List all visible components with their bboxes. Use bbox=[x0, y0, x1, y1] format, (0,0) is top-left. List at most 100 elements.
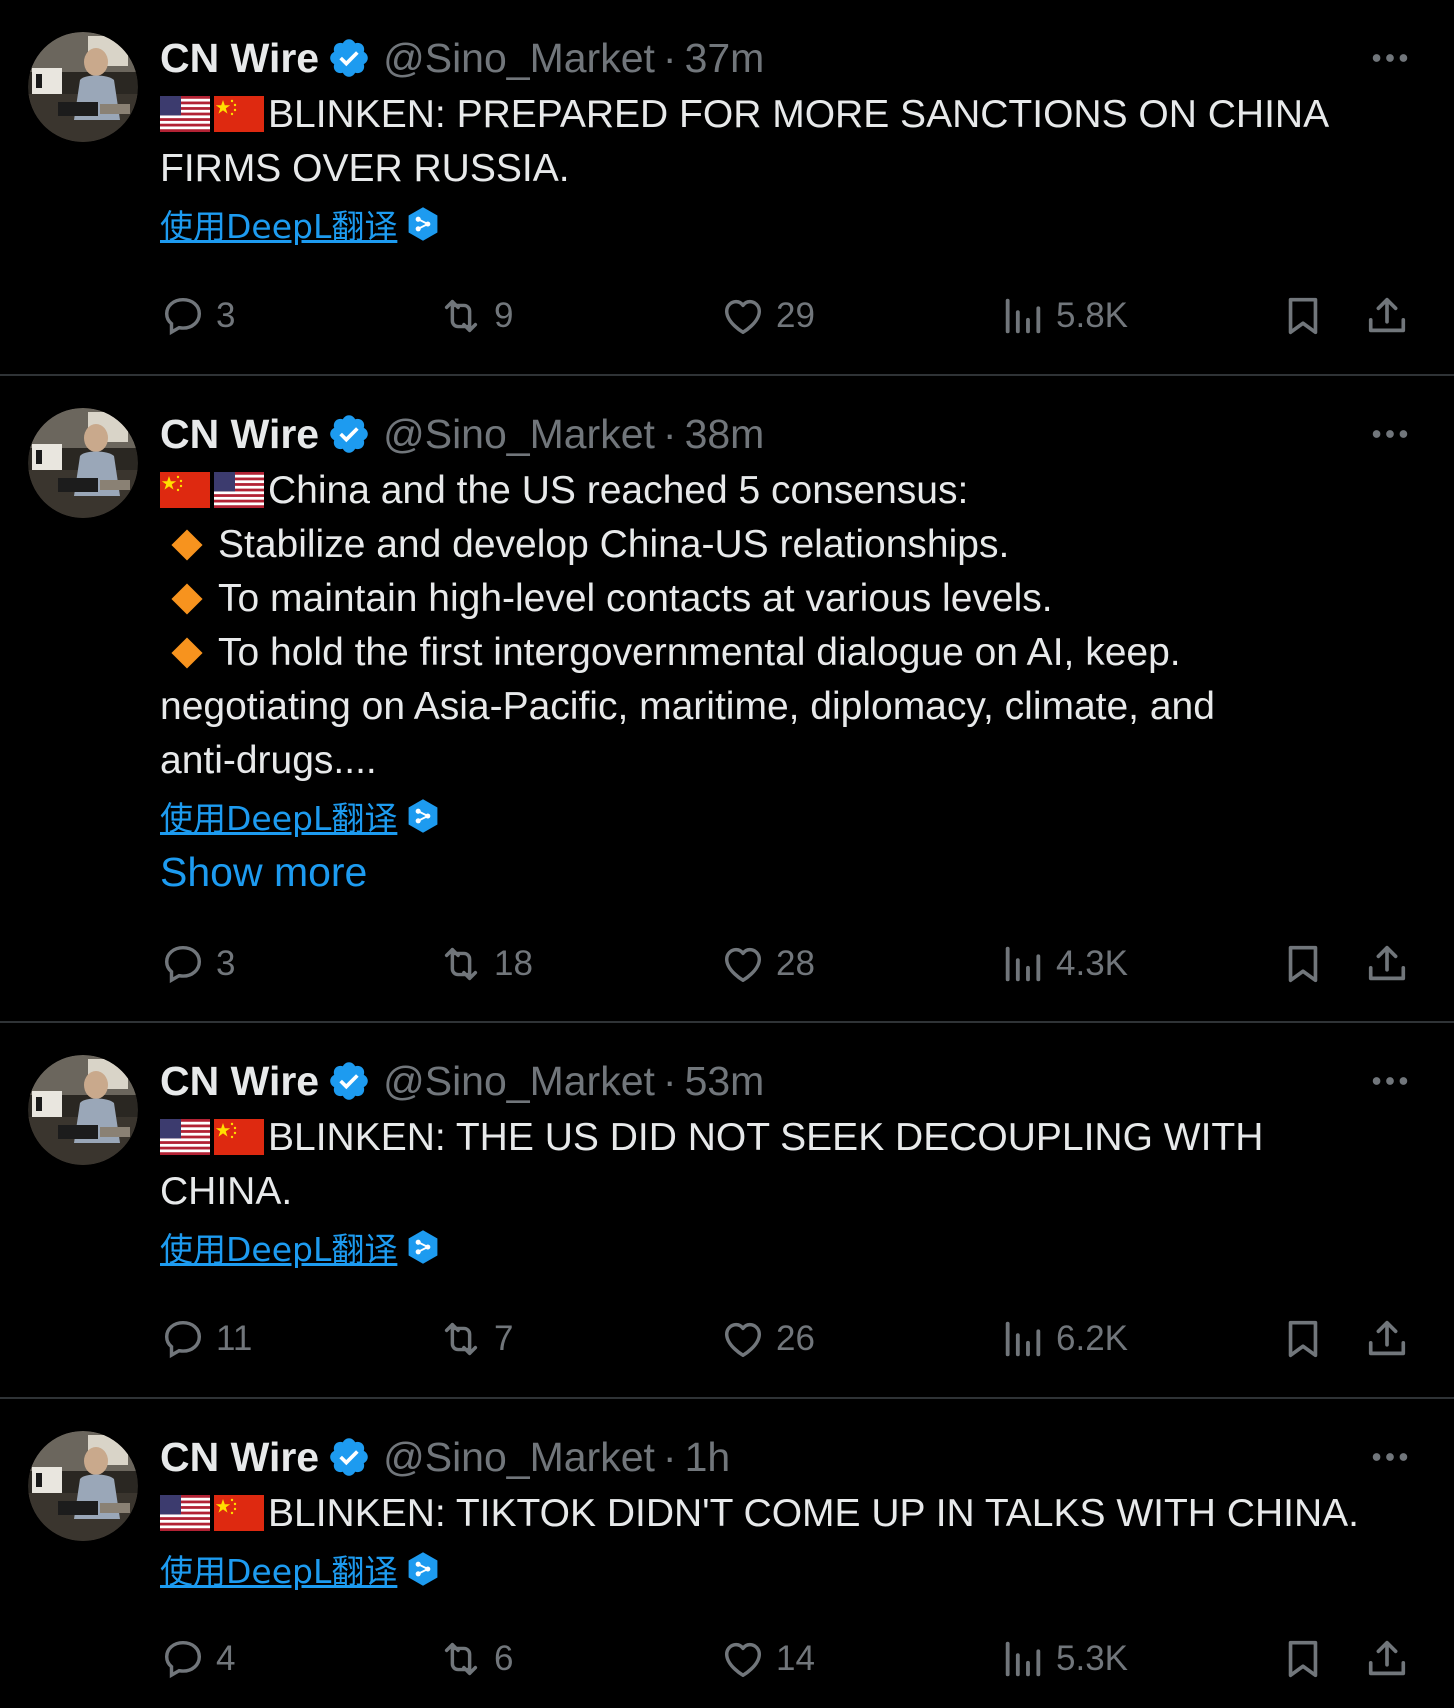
tweet-text: China and the US reached 5 consensus: St… bbox=[160, 464, 1414, 788]
verified-badge-icon bbox=[327, 1435, 371, 1479]
author-name[interactable]: CN Wire bbox=[160, 1058, 319, 1105]
tweet-header: CN Wire @Sino_Market · 1h bbox=[160, 1429, 1414, 1485]
translate-label[interactable]: 使用DeepL翻译 bbox=[160, 792, 397, 840]
author-name[interactable]: CN Wire bbox=[160, 35, 319, 82]
avatar[interactable] bbox=[28, 408, 138, 518]
china-flag-icon bbox=[160, 472, 210, 508]
view-count: 4.3K bbox=[1056, 944, 1128, 983]
show-more-link[interactable]: Show more bbox=[160, 844, 1414, 900]
reply-count: 4 bbox=[216, 1639, 236, 1678]
verified-badge-icon bbox=[327, 412, 371, 456]
tweet[interactable]: CN Wire @Sino_Market · 37m BLINKEN: PREP… bbox=[0, 0, 1454, 376]
tweet[interactable]: CN Wire @Sino_Market · 53m BLINKEN: THE … bbox=[0, 1023, 1454, 1399]
bookmark-button[interactable] bbox=[1280, 288, 1326, 344]
view-count: 5.8K bbox=[1056, 296, 1128, 335]
bookmark-button[interactable] bbox=[1280, 936, 1326, 992]
bookmark-button[interactable] bbox=[1280, 1631, 1326, 1687]
timestamp[interactable]: 37m bbox=[685, 35, 765, 82]
views-button[interactable]: 5.8K bbox=[1000, 288, 1128, 344]
retweet-count: 9 bbox=[494, 296, 514, 335]
china-flag-icon bbox=[214, 1495, 264, 1531]
reply-count: 3 bbox=[216, 296, 236, 335]
reply-button[interactable]: 11 bbox=[160, 1311, 252, 1367]
timestamp[interactable]: 53m bbox=[685, 1058, 765, 1105]
like-button[interactable]: 29 bbox=[720, 288, 815, 344]
tweet-feed: CN Wire @Sino_Market · 37m BLINKEN: PREP… bbox=[0, 0, 1454, 1708]
retweet-count: 18 bbox=[494, 944, 533, 983]
translate-label[interactable]: 使用DeepL翻译 bbox=[160, 200, 397, 248]
like-button[interactable]: 28 bbox=[720, 936, 815, 992]
text-line: To hold the first intergovernmental dial… bbox=[160, 626, 1414, 680]
separator: · bbox=[662, 34, 677, 81]
retweet-icon bbox=[438, 293, 484, 339]
reply-button[interactable]: 3 bbox=[160, 288, 235, 344]
bookmark-button[interactable] bbox=[1280, 1311, 1326, 1367]
tweet-actions: 3 9 29 5.8K bbox=[160, 288, 1414, 344]
us-flag-icon bbox=[160, 1495, 210, 1531]
translate-link[interactable]: 使用DeepL翻译 bbox=[160, 1541, 1414, 1597]
reply-icon bbox=[160, 293, 206, 339]
reply-count: 11 bbox=[216, 1319, 253, 1358]
bookmark-icon bbox=[1280, 1316, 1326, 1362]
separator: · bbox=[662, 1057, 677, 1104]
author-name[interactable]: CN Wire bbox=[160, 1434, 319, 1481]
author-handle[interactable]: @Sino_Market bbox=[383, 35, 655, 82]
more-icon[interactable] bbox=[1366, 1433, 1414, 1481]
retweet-button[interactable]: 18 bbox=[438, 936, 533, 992]
text-line: CHINA. bbox=[160, 1170, 293, 1213]
avatar[interactable] bbox=[28, 1431, 138, 1541]
timestamp[interactable]: 38m bbox=[685, 411, 765, 458]
timestamp[interactable]: 1h bbox=[685, 1434, 731, 1481]
retweet-button[interactable]: 7 bbox=[438, 1311, 513, 1367]
text-line-content: To maintain high-level contacts at vario… bbox=[218, 577, 1053, 620]
view-count: 5.3K bbox=[1056, 1639, 1128, 1678]
tweet-actions: 4 6 14 5.3K bbox=[160, 1631, 1414, 1687]
reply-button[interactable]: 3 bbox=[160, 936, 235, 992]
share-button[interactable] bbox=[1364, 1311, 1410, 1367]
retweet-button[interactable]: 9 bbox=[438, 288, 513, 344]
translate-link[interactable]: 使用DeepL翻译 bbox=[160, 196, 1414, 252]
translate-label[interactable]: 使用DeepL翻译 bbox=[160, 1545, 397, 1593]
more-icon[interactable] bbox=[1366, 1057, 1414, 1105]
views-button[interactable]: 5.3K bbox=[1000, 1631, 1128, 1687]
views-button[interactable]: 4.3K bbox=[1000, 936, 1128, 992]
tweet-actions: 11 7 26 6.2K bbox=[160, 1311, 1414, 1367]
tweet[interactable]: CN Wire @Sino_Market · 1h BLINKEN: TIKTO… bbox=[0, 1399, 1454, 1708]
more-icon[interactable] bbox=[1366, 410, 1414, 458]
diamond-bullet-icon bbox=[171, 637, 203, 669]
retweet-button[interactable]: 6 bbox=[438, 1631, 513, 1687]
like-button[interactable]: 26 bbox=[720, 1311, 815, 1367]
text-line: Stabilize and develop China-US relations… bbox=[160, 518, 1414, 572]
reply-icon bbox=[160, 1636, 206, 1682]
tweet-text: BLINKEN: PREPARED FOR MORE SANCTIONS ON … bbox=[160, 88, 1414, 196]
deepl-icon bbox=[407, 1551, 439, 1587]
text-line: FIRMS OVER RUSSIA. bbox=[160, 147, 570, 190]
translate-label[interactable]: 使用DeepL翻译 bbox=[160, 1223, 397, 1271]
translate-link[interactable]: 使用DeepL翻译 bbox=[160, 1219, 1414, 1275]
views-icon bbox=[1000, 941, 1046, 987]
translate-link[interactable]: 使用DeepL翻译 bbox=[160, 788, 1414, 844]
verified-badge-icon bbox=[327, 36, 371, 80]
share-icon bbox=[1364, 941, 1410, 987]
tweet-header: CN Wire @Sino_Market · 53m bbox=[160, 1053, 1414, 1109]
tweet-header: CN Wire @Sino_Market · 38m bbox=[160, 406, 1414, 462]
author-handle[interactable]: @Sino_Market bbox=[383, 1434, 655, 1481]
author-handle[interactable]: @Sino_Market bbox=[383, 1058, 655, 1105]
retweet-icon bbox=[438, 1316, 484, 1362]
like-icon bbox=[720, 293, 766, 339]
share-button[interactable] bbox=[1364, 288, 1410, 344]
avatar[interactable] bbox=[28, 32, 138, 142]
share-button[interactable] bbox=[1364, 936, 1410, 992]
avatar[interactable] bbox=[28, 1055, 138, 1165]
author-handle[interactable]: @Sino_Market bbox=[383, 411, 655, 458]
tweet[interactable]: CN Wire @Sino_Market · 38m China and the… bbox=[0, 376, 1454, 1023]
like-button[interactable]: 14 bbox=[720, 1631, 815, 1687]
author-name[interactable]: CN Wire bbox=[160, 411, 319, 458]
like-count: 28 bbox=[776, 944, 815, 983]
share-button[interactable] bbox=[1364, 1631, 1410, 1687]
retweet-icon bbox=[438, 1636, 484, 1682]
reply-button[interactable]: 4 bbox=[160, 1631, 235, 1687]
views-button[interactable]: 6.2K bbox=[1000, 1311, 1128, 1367]
deepl-icon bbox=[407, 798, 439, 834]
more-icon[interactable] bbox=[1366, 34, 1414, 82]
